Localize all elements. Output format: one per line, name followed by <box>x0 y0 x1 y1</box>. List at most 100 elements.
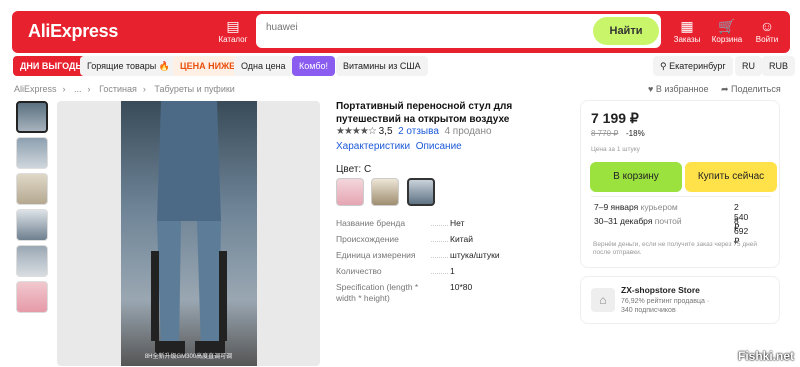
property-key: Название бренда <box>336 218 408 228</box>
rating-row: ★★★★☆ 3,5 2 отзыва 4 продано <box>336 126 492 137</box>
store-meta: 76,92% рейтинг продавца · 340 подписчико… <box>621 298 710 314</box>
old-price: 8 770 ₽ <box>591 129 619 138</box>
add-to-cart-button[interactable]: В корзину <box>590 162 682 192</box>
property-row: Название бренда Нет <box>336 218 554 234</box>
rating-stars-icon: ★★★★☆ <box>336 126 377 137</box>
chair-figure <box>151 101 227 355</box>
breadcrumb-home[interactable]: AliExpress <box>14 84 57 94</box>
property-key: Количество <box>336 266 384 276</box>
chip-one-price[interactable]: Одна цена <box>234 56 293 76</box>
store-card[interactable]: ⌂ ZX-shopstore Store 76,92% рейтинг прод… <box>580 276 780 324</box>
property-row: Единица измерения штука/штуки <box>336 250 554 266</box>
cart-icon: 🛒 <box>718 18 736 34</box>
catalog-label: Каталог <box>218 35 248 44</box>
breadcrumb-ellipsis[interactable]: ... <box>74 84 82 94</box>
city-selector[interactable]: ⚲ Екатеринбург <box>653 56 733 76</box>
color-swatch-selected[interactable] <box>406 178 435 206</box>
refund-note: Вернём деньги, если не получите заказ че… <box>593 241 757 256</box>
property-value: Китай <box>450 234 473 244</box>
share-icon: ➦ <box>721 84 732 94</box>
search-bar: Найти <box>256 14 661 48</box>
delivery-date: 7–9 января <box>594 202 639 212</box>
currency-selector[interactable]: RUB <box>762 56 796 76</box>
property-value: Нет <box>450 218 465 228</box>
image-caption: 8H全新升级GM300高度直调可调 <box>144 354 233 360</box>
chip-vitamins[interactable]: Витамины из США <box>336 56 428 76</box>
product-main-image[interactable]: 8H全新升级GM300高度直调可调 <box>57 101 320 366</box>
current-price: 7 199 ₽ <box>591 110 639 126</box>
favorite-button[interactable]: ♥ В избранное <box>648 84 709 94</box>
breadcrumb: AliExpress › ... › Гостиная › Табуреты и пу… <box>14 84 235 94</box>
breadcrumb-living-room[interactable]: Гостиная <box>99 84 137 94</box>
discount-badge: -18% <box>626 129 645 138</box>
store-name[interactable]: ZX-shopstore Store <box>621 285 700 295</box>
language-selector[interactable]: RU <box>735 56 762 76</box>
property-value: штука/штуки <box>450 250 500 260</box>
store-rating: 76,92% рейтинг продавца <box>621 298 705 305</box>
favorite-label: В избранное <box>655 84 709 94</box>
property-key: Specification (length * width * height) <box>336 282 431 304</box>
divider <box>591 196 771 197</box>
delivery-method: почтой <box>654 216 682 226</box>
thumbnail[interactable] <box>16 245 48 277</box>
delivery-option[interactable]: 30–31 декабря почтой 8 692 ₽ <box>594 216 748 246</box>
property-row: Происхождение Китай <box>336 234 554 250</box>
aliexpress-logo[interactable]: AliExpress <box>28 21 118 42</box>
search-button[interactable]: Найти <box>593 17 659 45</box>
reviews-link[interactable]: 2 отзыва <box>398 126 439 137</box>
orders-icon: ▦ <box>680 18 694 34</box>
buy-box: 7 199 ₽ 8 770 ₽ -18% Цена за 1 штуку В к… <box>580 100 780 268</box>
properties-list: Название бренда Нет Происхождение Китай Ед… <box>336 218 554 310</box>
property-value: 1 <box>450 266 455 276</box>
site-header: AliExpress ▤ Каталог Найти ▦ Заказы 🛒 Ко… <box>12 11 790 53</box>
city-label: Екатеринбург <box>669 61 726 71</box>
property-row: Количество 1 <box>336 266 554 282</box>
cart-label: Корзина <box>711 35 743 44</box>
property-key: Единица измерения <box>336 250 418 260</box>
tab-specs[interactable]: Характеристики <box>336 141 410 152</box>
breadcrumb-stools[interactable]: Табуреты и пуфики <box>154 84 234 94</box>
store-icon: ⌂ <box>591 288 615 312</box>
property-value: 10*80 <box>450 282 473 292</box>
color-swatch[interactable] <box>371 178 400 206</box>
watermark: Fishki.net <box>737 349 794 363</box>
catalog-icon: ▤ <box>226 18 240 34</box>
unit-price-note: Цена за 1 штуку <box>591 146 640 153</box>
thumbnail[interactable] <box>16 281 48 313</box>
chip-hot-goods[interactable]: Горящие товары 🔥 <box>80 56 177 76</box>
thumbnail[interactable] <box>16 209 48 241</box>
delivery-option[interactable]: 7–9 января курьером 2 540 ₽ <box>594 202 748 232</box>
store-subscribers: 340 подписчиков <box>621 307 676 314</box>
product-title: Портативный переносной стул для путешест… <box>336 101 513 125</box>
delivery-method: курьером <box>640 202 678 212</box>
smiley-icon: ☺ <box>759 18 775 34</box>
login-label: Войти <box>755 35 779 44</box>
cart-button[interactable]: 🛒 Корзина <box>708 14 746 50</box>
tab-description[interactable]: Описание <box>416 141 462 152</box>
color-swatch[interactable] <box>336 178 364 206</box>
share-label: Поделиться <box>731 84 781 94</box>
location-pin-icon: ⚲ <box>660 61 670 71</box>
chip-price-lower[interactable]: ЦЕНА НИЖЕ <box>173 56 243 76</box>
thumbnail[interactable] <box>16 137 48 169</box>
rating-value: 3,5 <box>378 126 393 137</box>
orders-button[interactable]: ▦ Заказы <box>668 14 706 50</box>
color-label: Цвет: С <box>336 164 372 175</box>
share-button[interactable]: ➦ Поделиться <box>721 84 781 95</box>
buy-now-button[interactable]: Купить сейчас <box>685 162 777 192</box>
thumbnail[interactable] <box>16 101 48 133</box>
property-row: Specification (length * width * height) 1… <box>336 282 554 310</box>
product-tabs: Характеристики Описание <box>336 141 462 152</box>
thumbnail-list <box>16 101 50 317</box>
product-photo <box>121 101 257 366</box>
login-button[interactable]: ☺ Войти <box>748 14 786 50</box>
color-swatches <box>336 178 438 211</box>
search-input[interactable] <box>266 22 586 33</box>
catalog-button[interactable]: ▤ Каталог <box>214 14 252 50</box>
thumbnail[interactable] <box>16 173 48 205</box>
orders-label: Заказы <box>673 35 701 44</box>
heart-icon: ♥ <box>648 84 656 94</box>
chip-combo[interactable]: Комбо! <box>292 56 335 76</box>
sold-count: 4 продано <box>444 126 492 137</box>
delivery-date: 30–31 декабря <box>594 216 653 226</box>
